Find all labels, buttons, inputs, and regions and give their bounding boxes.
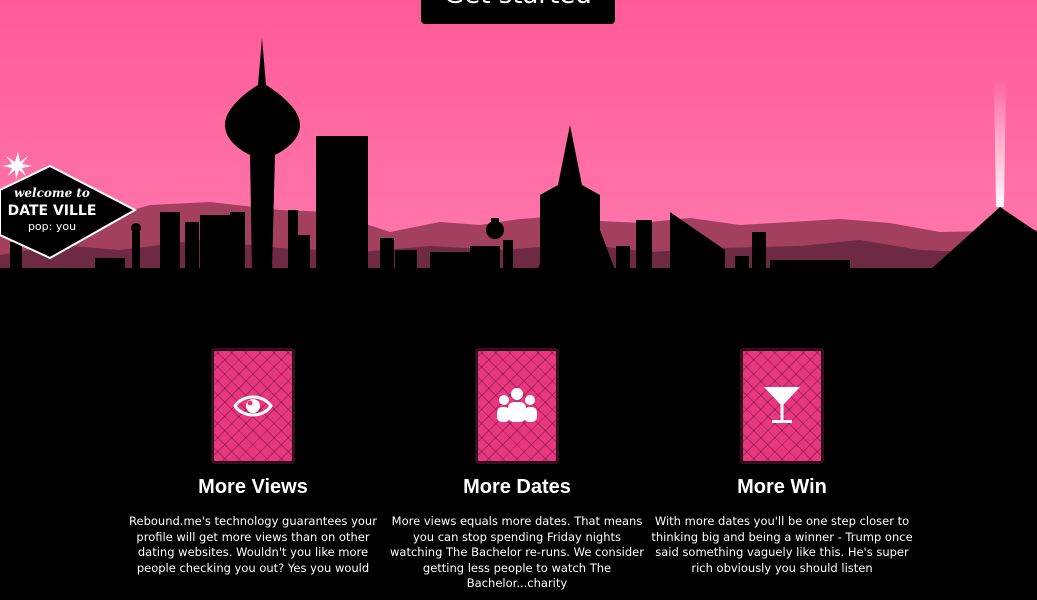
eye-icon [233, 395, 273, 417]
city-skyline-illustration [0, 38, 1037, 300]
feature-card [475, 348, 559, 464]
sign-welcome-text: welcome to [14, 186, 90, 200]
sign-title: DATE VILLE [7, 203, 97, 219]
feature-more-dates: More Dates More views equals more dates.… [385, 348, 649, 592]
feature-description: Rebound.me's technology guarantees your … [129, 514, 377, 575]
feature-description: With more dates you'll be one step close… [651, 514, 913, 575]
martini-icon [764, 387, 800, 423]
get-started-button[interactable]: Get started [421, 0, 615, 24]
welcome-sign: welcome to DATE VILLE pop: you [0, 150, 140, 265]
feature-card [211, 348, 295, 464]
feature-description: More views equals more dates. That means… [390, 514, 644, 590]
feature-more-views: More Views Rebound.me's technology guara… [121, 348, 385, 576]
sign-population: pop: you [27, 220, 77, 233]
feature-title: More Win [737, 476, 827, 498]
feature-title: More Dates [463, 476, 571, 498]
feature-card [740, 348, 824, 464]
group-icon [497, 388, 537, 422]
feature-more-win: More Win With more dates you'll be one s… [650, 348, 914, 576]
feature-title: More Views [198, 476, 308, 498]
light-beam [994, 80, 1006, 207]
